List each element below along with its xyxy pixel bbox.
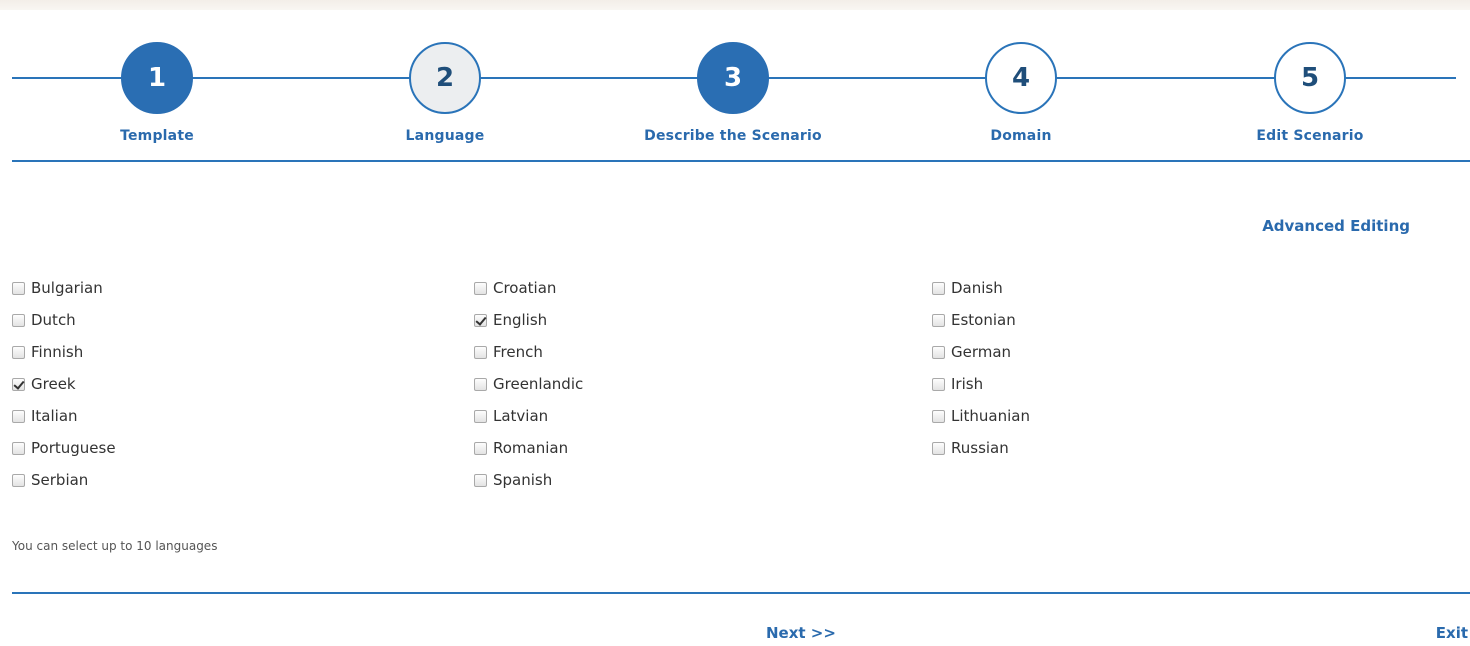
language-option[interactable]: English [474, 304, 583, 336]
language-checkbox[interactable] [474, 313, 487, 327]
language-label[interactable]: Italian [31, 407, 78, 425]
language-checkbox[interactable] [932, 281, 945, 295]
language-checkbox[interactable] [12, 313, 25, 327]
language-checkbox[interactable] [932, 313, 945, 327]
language-label[interactable]: French [493, 343, 543, 361]
language-checkbox[interactable] [474, 345, 487, 359]
language-checkbox[interactable] [474, 409, 487, 423]
language-option[interactable]: Romanian [474, 432, 583, 464]
language-checkbox[interactable] [12, 377, 25, 391]
language-label[interactable]: Croatian [493, 279, 556, 297]
step-3-label[interactable]: Describe the Scenario [623, 128, 843, 144]
language-column-1: Bulgarian Dutch Finnish Greek Italian Portugu… [12, 272, 116, 496]
language-option[interactable]: Lithuanian [932, 400, 1030, 432]
language-option[interactable]: Croatian [474, 272, 583, 304]
wizard-step-1[interactable]: 1 Template [47, 42, 267, 144]
language-option[interactable]: Greenlandic [474, 368, 583, 400]
advanced-editing-link[interactable]: Advanced Editing [1262, 217, 1410, 235]
language-column-2: Croatian English French Greenlandic Latvian R… [474, 272, 583, 496]
step-4-circle[interactable]: 4 [985, 42, 1057, 114]
language-checkbox[interactable] [932, 345, 945, 359]
language-option[interactable]: Italian [12, 400, 116, 432]
language-checkbox[interactable] [932, 377, 945, 391]
language-option[interactable]: German [932, 336, 1030, 368]
language-option[interactable]: Finnish [12, 336, 116, 368]
language-option[interactable]: Serbian [12, 464, 116, 496]
language-label[interactable]: Greenlandic [493, 375, 583, 393]
wizard-step-5[interactable]: 5 Edit Scenario [1200, 42, 1420, 144]
language-label[interactable]: Irish [951, 375, 983, 393]
language-option[interactable]: Portuguese [12, 432, 116, 464]
language-checkbox[interactable] [12, 473, 25, 487]
language-label[interactable]: Spanish [493, 471, 552, 489]
next-button[interactable]: Next >> [766, 624, 836, 642]
exit-button[interactable]: Exit [1436, 624, 1468, 642]
language-label[interactable]: Finnish [31, 343, 83, 361]
step-1-circle[interactable]: 1 [121, 42, 193, 114]
language-checkbox[interactable] [932, 441, 945, 455]
step-2-circle[interactable]: 2 [409, 42, 481, 114]
language-label[interactable]: Romanian [493, 439, 568, 457]
language-label[interactable]: Latvian [493, 407, 548, 425]
language-option[interactable]: French [474, 336, 583, 368]
wizard-progress: 1 Template 2 Language 3 Describe the Sce… [0, 10, 1470, 165]
wizard-step-2[interactable]: 2 Language [335, 42, 555, 144]
language-label[interactable]: Russian [951, 439, 1009, 457]
language-label[interactable]: English [493, 311, 547, 329]
language-checkbox[interactable] [12, 345, 25, 359]
language-checkbox[interactable] [474, 473, 487, 487]
footer-divider [12, 592, 1470, 594]
language-option[interactable]: Dutch [12, 304, 116, 336]
language-checkbox[interactable] [12, 441, 25, 455]
step-2-label[interactable]: Language [335, 128, 555, 144]
language-label[interactable]: Estonian [951, 311, 1016, 329]
step-5-circle[interactable]: 5 [1274, 42, 1346, 114]
wizard-step-4[interactable]: 4 Domain [911, 42, 1131, 144]
wizard-panel: 1 Template 2 Language 3 Describe the Sce… [0, 10, 1470, 646]
language-label[interactable]: Lithuanian [951, 407, 1030, 425]
language-checkbox[interactable] [474, 441, 487, 455]
language-limit-hint: You can select up to 10 languages [12, 539, 218, 553]
language-checkbox[interactable] [12, 281, 25, 295]
language-label[interactable]: Serbian [31, 471, 88, 489]
wizard-step-3[interactable]: 3 Describe the Scenario [623, 42, 843, 144]
wizard-divider [12, 160, 1470, 162]
language-checkbox[interactable] [932, 409, 945, 423]
language-label[interactable]: Dutch [31, 311, 76, 329]
language-checkbox[interactable] [474, 377, 487, 391]
language-label[interactable]: Greek [31, 375, 76, 393]
language-option[interactable]: Russian [932, 432, 1030, 464]
language-option[interactable]: Irish [932, 368, 1030, 400]
language-option[interactable]: Spanish [474, 464, 583, 496]
step-5-label[interactable]: Edit Scenario [1200, 128, 1420, 144]
language-checkbox[interactable] [12, 409, 25, 423]
language-column-3: Danish Estonian German Irish Lithuanian Russi… [932, 272, 1030, 464]
language-option[interactable]: Latvian [474, 400, 583, 432]
language-label[interactable]: Portuguese [31, 439, 116, 457]
language-option[interactable]: Danish [932, 272, 1030, 304]
language-option[interactable]: Estonian [932, 304, 1030, 336]
language-label[interactable]: Bulgarian [31, 279, 103, 297]
language-label[interactable]: German [951, 343, 1011, 361]
language-option[interactable]: Greek [12, 368, 116, 400]
language-checkbox[interactable] [474, 281, 487, 295]
step-1-label[interactable]: Template [47, 128, 267, 144]
language-label[interactable]: Danish [951, 279, 1003, 297]
step-3-circle[interactable]: 3 [697, 42, 769, 114]
step-4-label[interactable]: Domain [911, 128, 1131, 144]
language-option[interactable]: Bulgarian [12, 272, 116, 304]
